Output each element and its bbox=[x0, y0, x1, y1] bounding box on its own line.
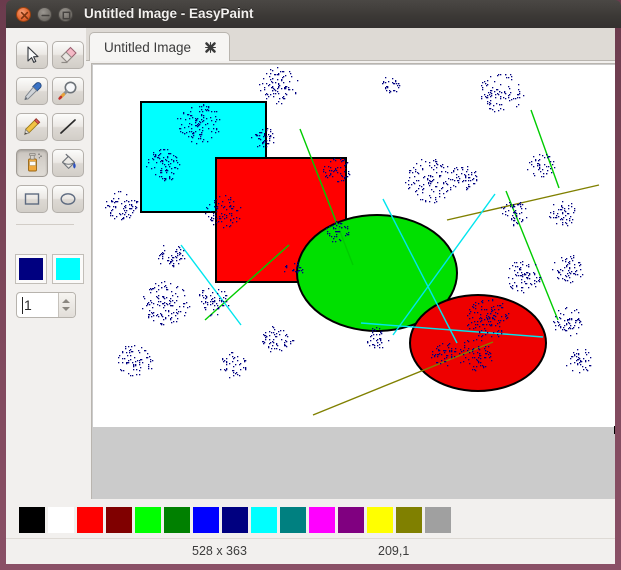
cursor-tool[interactable] bbox=[16, 41, 48, 69]
palette-swatch[interactable] bbox=[309, 507, 335, 533]
palette-swatch[interactable] bbox=[280, 507, 306, 533]
pencil-tool[interactable] bbox=[16, 113, 48, 141]
palette-swatch[interactable] bbox=[251, 507, 277, 533]
spin-down-icon[interactable] bbox=[62, 307, 70, 311]
rectangle-tool[interactable] bbox=[16, 185, 48, 213]
cursor-icon bbox=[27, 46, 39, 63]
tab-bar: Untitled Image bbox=[86, 28, 615, 61]
canvas-resize-handle[interactable] bbox=[614, 426, 615, 434]
fill-tool[interactable] bbox=[52, 149, 84, 177]
toolbar-divider bbox=[16, 224, 74, 225]
paint-bucket-icon bbox=[61, 153, 76, 169]
tool-panel: 1 bbox=[6, 28, 86, 500]
palette-swatch[interactable] bbox=[106, 507, 132, 533]
eraser-icon bbox=[60, 46, 77, 64]
magnifier-tool[interactable] bbox=[52, 77, 84, 105]
window-maximize-button[interactable] bbox=[58, 7, 73, 22]
spray-tool[interactable] bbox=[16, 149, 48, 177]
palette-swatch[interactable] bbox=[48, 507, 74, 533]
brush-size-spinbox[interactable]: 1 bbox=[16, 292, 76, 318]
client-area: 1 Untitled Image 528 x 363 209,1 bbox=[6, 28, 615, 564]
palette-swatch[interactable] bbox=[77, 507, 103, 533]
palette-swatch[interactable] bbox=[338, 507, 364, 533]
drawing-canvas[interactable] bbox=[93, 65, 615, 427]
secondary-color-swatch[interactable] bbox=[52, 254, 84, 284]
eraser-tool[interactable] bbox=[52, 41, 84, 69]
canvas-scroll-area bbox=[91, 63, 615, 499]
palette-swatch[interactable] bbox=[193, 507, 219, 533]
window-minimize-button[interactable] bbox=[37, 7, 52, 22]
line-tool[interactable] bbox=[52, 113, 84, 141]
palette-swatch[interactable] bbox=[367, 507, 393, 533]
status-cursor-position: 209,1 bbox=[378, 544, 410, 558]
palette-swatch[interactable] bbox=[425, 507, 451, 533]
palette-swatch[interactable] bbox=[222, 507, 248, 533]
colorpicker-tool[interactable] bbox=[16, 77, 48, 105]
secondary-color-fill bbox=[56, 258, 80, 280]
status-image-size: 528 x 363 bbox=[192, 544, 247, 558]
primary-color-fill bbox=[19, 258, 43, 280]
artwork-svg[interactable] bbox=[93, 65, 615, 427]
window-close-button[interactable] bbox=[16, 7, 31, 22]
palette-swatch[interactable] bbox=[135, 507, 161, 533]
title-bar: Untitled Image - EasyPaint bbox=[6, 0, 621, 28]
canvas-viewport bbox=[86, 61, 615, 500]
line-icon bbox=[60, 119, 76, 134]
red-ellipse bbox=[409, 294, 547, 392]
tab-label: Untitled Image bbox=[104, 40, 192, 55]
palette-swatch[interactable] bbox=[164, 507, 190, 533]
status-bar: 528 x 363 209,1 bbox=[6, 538, 615, 564]
application-window: Untitled Image - EasyPaint 1 Untitled Im… bbox=[0, 0, 621, 570]
color-palette bbox=[6, 500, 615, 538]
ellipse-tool[interactable] bbox=[52, 185, 84, 213]
palette-swatch[interactable] bbox=[19, 507, 45, 533]
brush-size-value: 1 bbox=[24, 297, 32, 313]
pencil-icon bbox=[24, 118, 41, 136]
text-caret bbox=[22, 297, 23, 314]
eyedropper-icon bbox=[24, 82, 42, 101]
spray-can-icon bbox=[28, 153, 42, 172]
window-title: Untitled Image - EasyPaint bbox=[84, 6, 254, 21]
primary-color-swatch[interactable] bbox=[15, 254, 47, 284]
rectangle-icon bbox=[24, 193, 40, 205]
spinbox-buttons[interactable] bbox=[58, 293, 75, 317]
tab-close-icon[interactable] bbox=[204, 35, 217, 64]
palette-swatch[interactable] bbox=[396, 507, 422, 533]
spin-up-icon[interactable] bbox=[62, 299, 70, 303]
magnifier-icon bbox=[58, 81, 77, 100]
tab-untitled-image[interactable]: Untitled Image bbox=[89, 32, 230, 61]
ellipse-icon bbox=[60, 193, 76, 205]
